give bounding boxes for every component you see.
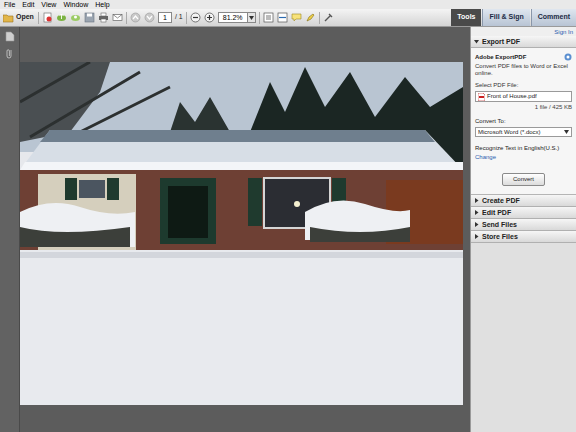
dropdown-arrow-icon xyxy=(249,16,254,20)
section-label: Edit PDF xyxy=(482,208,511,217)
file-name: Front of House.pdf xyxy=(487,93,537,100)
section-label: Store Files xyxy=(482,232,518,241)
task-tab[interactable]: Fill & Sign xyxy=(482,9,529,26)
cloud-icon xyxy=(564,53,572,61)
pdf-file-icon xyxy=(478,93,485,101)
separator xyxy=(126,12,127,24)
section-header[interactable]: Send Files xyxy=(471,219,576,231)
print-icon[interactable] xyxy=(98,12,109,23)
open-label: Open xyxy=(16,12,34,23)
zoom-out-icon[interactable] xyxy=(190,12,201,23)
recognize-text-label: Recognize Text in English(U.S.) xyxy=(475,145,572,152)
toolbar: Open 1 / 1 81.2% Tools Fill & Sign Comment xyxy=(0,9,576,27)
page-total: / 1 xyxy=(175,12,183,23)
export-pdf-body: Adobe ExportPDF Convert PDF files to Wor… xyxy=(471,48,576,195)
convert-label: Convert xyxy=(513,176,534,182)
section-label: Export PDF xyxy=(482,37,520,46)
menu-item[interactable]: Edit xyxy=(22,0,34,9)
zoom-dropdown[interactable] xyxy=(248,12,256,23)
file-info: 1 file / 425 KB xyxy=(535,104,572,111)
zoom-box[interactable]: 81.2% xyxy=(218,12,248,23)
photo-image xyxy=(20,62,463,405)
separator xyxy=(186,12,187,24)
fit-page-icon[interactable] xyxy=(263,12,274,23)
comment-icon[interactable] xyxy=(291,12,302,23)
select-file-label: Select PDF File: xyxy=(475,82,572,89)
convert-button[interactable]: Convert xyxy=(502,173,545,186)
highlight-icon[interactable] xyxy=(305,12,316,23)
menu-item[interactable]: File xyxy=(4,0,15,9)
zoom-value: 81.2% xyxy=(223,13,243,22)
page-thumbnails-icon[interactable] xyxy=(5,31,15,42)
email-icon[interactable] xyxy=(112,12,123,23)
zoom-in-icon[interactable] xyxy=(204,12,215,23)
expand-arrow-icon xyxy=(474,222,479,227)
navigation-pane xyxy=(0,27,20,432)
expand-arrow-icon xyxy=(474,210,479,215)
workspace: Sign In Export PDF Adobe ExportPDF Conve… xyxy=(0,27,576,432)
section-header[interactable]: Export PDF xyxy=(471,36,576,48)
share-icon[interactable] xyxy=(70,12,81,23)
section-header[interactable]: Create PDF xyxy=(471,195,576,207)
file-field[interactable]: Front of House.pdf xyxy=(475,91,572,102)
separator xyxy=(38,12,39,24)
page-field[interactable]: 1 xyxy=(158,12,172,23)
format-select[interactable]: Microsoft Word (*.docx) xyxy=(475,127,572,137)
task-tab-label: Fill & Sign xyxy=(489,12,523,23)
menu-item[interactable]: Window xyxy=(63,0,88,9)
pane-background xyxy=(471,243,576,432)
expand-arrow-icon xyxy=(474,234,479,239)
section-header[interactable]: Store Files xyxy=(471,231,576,243)
section-list: Export PDF Adobe ExportPDF Convert PDF f… xyxy=(471,36,576,243)
folder-icon xyxy=(3,13,14,23)
next-page-icon[interactable] xyxy=(144,12,155,23)
previous-page-icon[interactable] xyxy=(130,12,141,23)
format-value: Microsoft Word (*.docx) xyxy=(478,129,541,136)
house-photo xyxy=(20,62,463,405)
task-tab-label: Tools xyxy=(457,12,475,23)
tools-pane: Sign In Export PDF Adobe ExportPDF Conve… xyxy=(470,27,576,432)
section-label: Send Files xyxy=(482,220,517,229)
document-area xyxy=(20,27,470,432)
attachment-icon[interactable] xyxy=(5,48,15,59)
change-link[interactable]: Change xyxy=(475,154,572,161)
fit-width-icon[interactable] xyxy=(277,12,288,23)
separator xyxy=(319,12,320,24)
menu-item[interactable]: Help xyxy=(95,0,109,9)
save-icon[interactable] xyxy=(84,12,95,23)
menu-bar: File Edit View Window Help xyxy=(0,0,576,9)
open-button[interactable]: Open xyxy=(2,12,35,23)
menu-item[interactable]: View xyxy=(41,0,56,9)
dropdown-arrow-icon xyxy=(564,130,569,134)
export-description: Convert PDF files to Word or Excel onlin… xyxy=(475,63,572,77)
cloud-upload-icon[interactable] xyxy=(56,12,67,23)
sign-in-link[interactable]: Sign In xyxy=(554,28,573,36)
section-label: Create PDF xyxy=(482,196,520,205)
task-tab[interactable]: Comment xyxy=(531,9,576,26)
create-icon[interactable] xyxy=(42,12,53,23)
section-header[interactable]: Edit PDF xyxy=(471,207,576,219)
separator xyxy=(259,12,260,24)
tools-icon[interactable] xyxy=(323,12,334,23)
zoom-field[interactable]: 81.2% xyxy=(218,12,256,23)
expand-arrow-icon xyxy=(474,198,479,203)
task-tab-label: Comment xyxy=(538,12,570,23)
convert-to-label: Convert To: xyxy=(475,118,572,125)
page-number: 1 xyxy=(163,13,167,22)
collapse-arrow-icon xyxy=(474,39,479,44)
task-tabs: Tools Fill & Sign Comment xyxy=(451,9,576,26)
task-tab[interactable]: Tools xyxy=(451,9,481,26)
export-title: Adobe ExportPDF xyxy=(475,54,526,61)
